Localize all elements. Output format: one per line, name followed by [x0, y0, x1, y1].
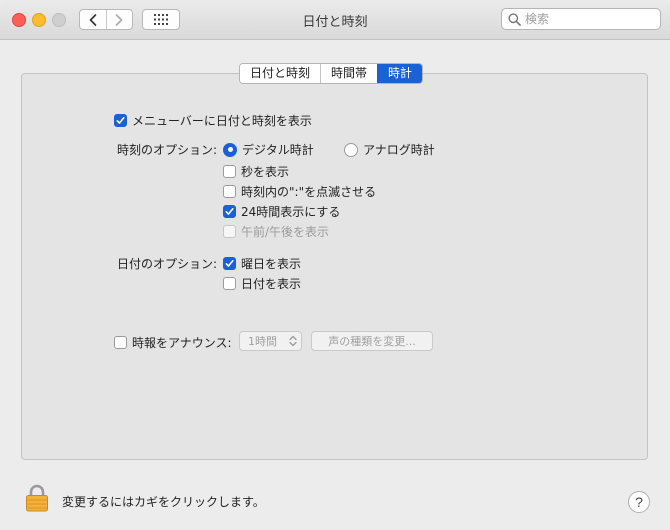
- announce-time-label: 時報をアナウンス:: [132, 336, 232, 350]
- show-seconds-label: 秒を表示: [241, 165, 290, 179]
- checkmark-icon: [225, 207, 234, 215]
- flash-separators-checkbox[interactable]: [223, 185, 236, 198]
- time-options-label: 時刻のオプション:: [117, 143, 218, 157]
- search-icon: [508, 12, 521, 26]
- show-date-label: 日付を表示: [241, 277, 302, 291]
- show-seconds-row: 秒を表示: [223, 163, 289, 180]
- show-am-pm-label: 午前/午後を表示: [241, 225, 330, 239]
- digital-clock-radio[interactable]: [223, 142, 237, 157]
- lock-icon[interactable]: [25, 484, 49, 512]
- date-options-label: 日付のオプション:: [117, 257, 218, 271]
- flash-separators-label: 時刻内の":"を点滅させる: [241, 185, 377, 199]
- help-icon: ?: [635, 494, 643, 510]
- search-input[interactable]: [525, 12, 655, 26]
- customize-voice-button[interactable]: 声の種類を変更...: [311, 331, 433, 351]
- analog-clock-row: アナログ時計: [344, 141, 435, 158]
- announce-interval-value: 1時間: [248, 335, 277, 348]
- help-button[interactable]: ?: [628, 491, 650, 513]
- am-pm-row: 午前/午後を表示: [223, 223, 329, 240]
- tab-clock[interactable]: 時計: [377, 64, 423, 83]
- digital-clock-row: デジタル時計: [223, 141, 314, 158]
- show-date-checkbox[interactable]: [223, 277, 236, 290]
- day-of-week-row: 曜日を表示: [223, 255, 301, 272]
- tab-bar: 日付と時刻 時間帯 時計: [239, 63, 424, 84]
- analog-clock-label: アナログ時計: [363, 143, 435, 157]
- 24-hour-label: 24時間表示にする: [241, 205, 341, 219]
- announce-time-row: 時報をアナウンス:: [114, 334, 232, 351]
- checkmark-icon: [116, 116, 125, 124]
- show-day-of-week-label: 曜日を表示: [241, 257, 302, 271]
- announce-interval-popup[interactable]: 1時間: [239, 331, 302, 351]
- show-in-menubar-label: メニューバーに日付と時刻を表示: [132, 114, 312, 128]
- digital-clock-label: デジタル時計: [242, 143, 314, 157]
- title-bar: 日付と時刻: [0, 0, 670, 40]
- preferences-window: 日付と時刻 日付と時刻 時間帯 時計 メニューバーに日付と時刻を表示 時刻のオプ…: [0, 0, 670, 530]
- tab-time-zone[interactable]: 時間帯: [320, 64, 378, 83]
- flash-separators-row: 時刻内の":"を点滅させる: [223, 183, 376, 200]
- lock-message: 変更するにはカギをクリックします。: [62, 495, 265, 509]
- 24-hour-checkbox[interactable]: [223, 205, 236, 218]
- 24-hour-row: 24時間表示にする: [223, 203, 340, 220]
- show-day-of-week-checkbox[interactable]: [223, 257, 236, 270]
- announce-time-checkbox[interactable]: [114, 336, 127, 349]
- show-seconds-checkbox[interactable]: [223, 165, 236, 178]
- tab-panel: [21, 73, 648, 460]
- tab-date-time[interactable]: 日付と時刻: [240, 64, 321, 83]
- search-field[interactable]: [501, 8, 661, 30]
- show-am-pm-checkbox[interactable]: [223, 225, 236, 238]
- analog-clock-radio[interactable]: [344, 142, 358, 157]
- show-date-row: 日付を表示: [223, 275, 301, 292]
- show-in-menubar-checkbox[interactable]: [114, 114, 127, 127]
- checkmark-icon: [225, 259, 234, 267]
- menubar-option-row: メニューバーに日付と時刻を表示: [114, 112, 312, 129]
- updown-arrows-icon: [289, 335, 297, 347]
